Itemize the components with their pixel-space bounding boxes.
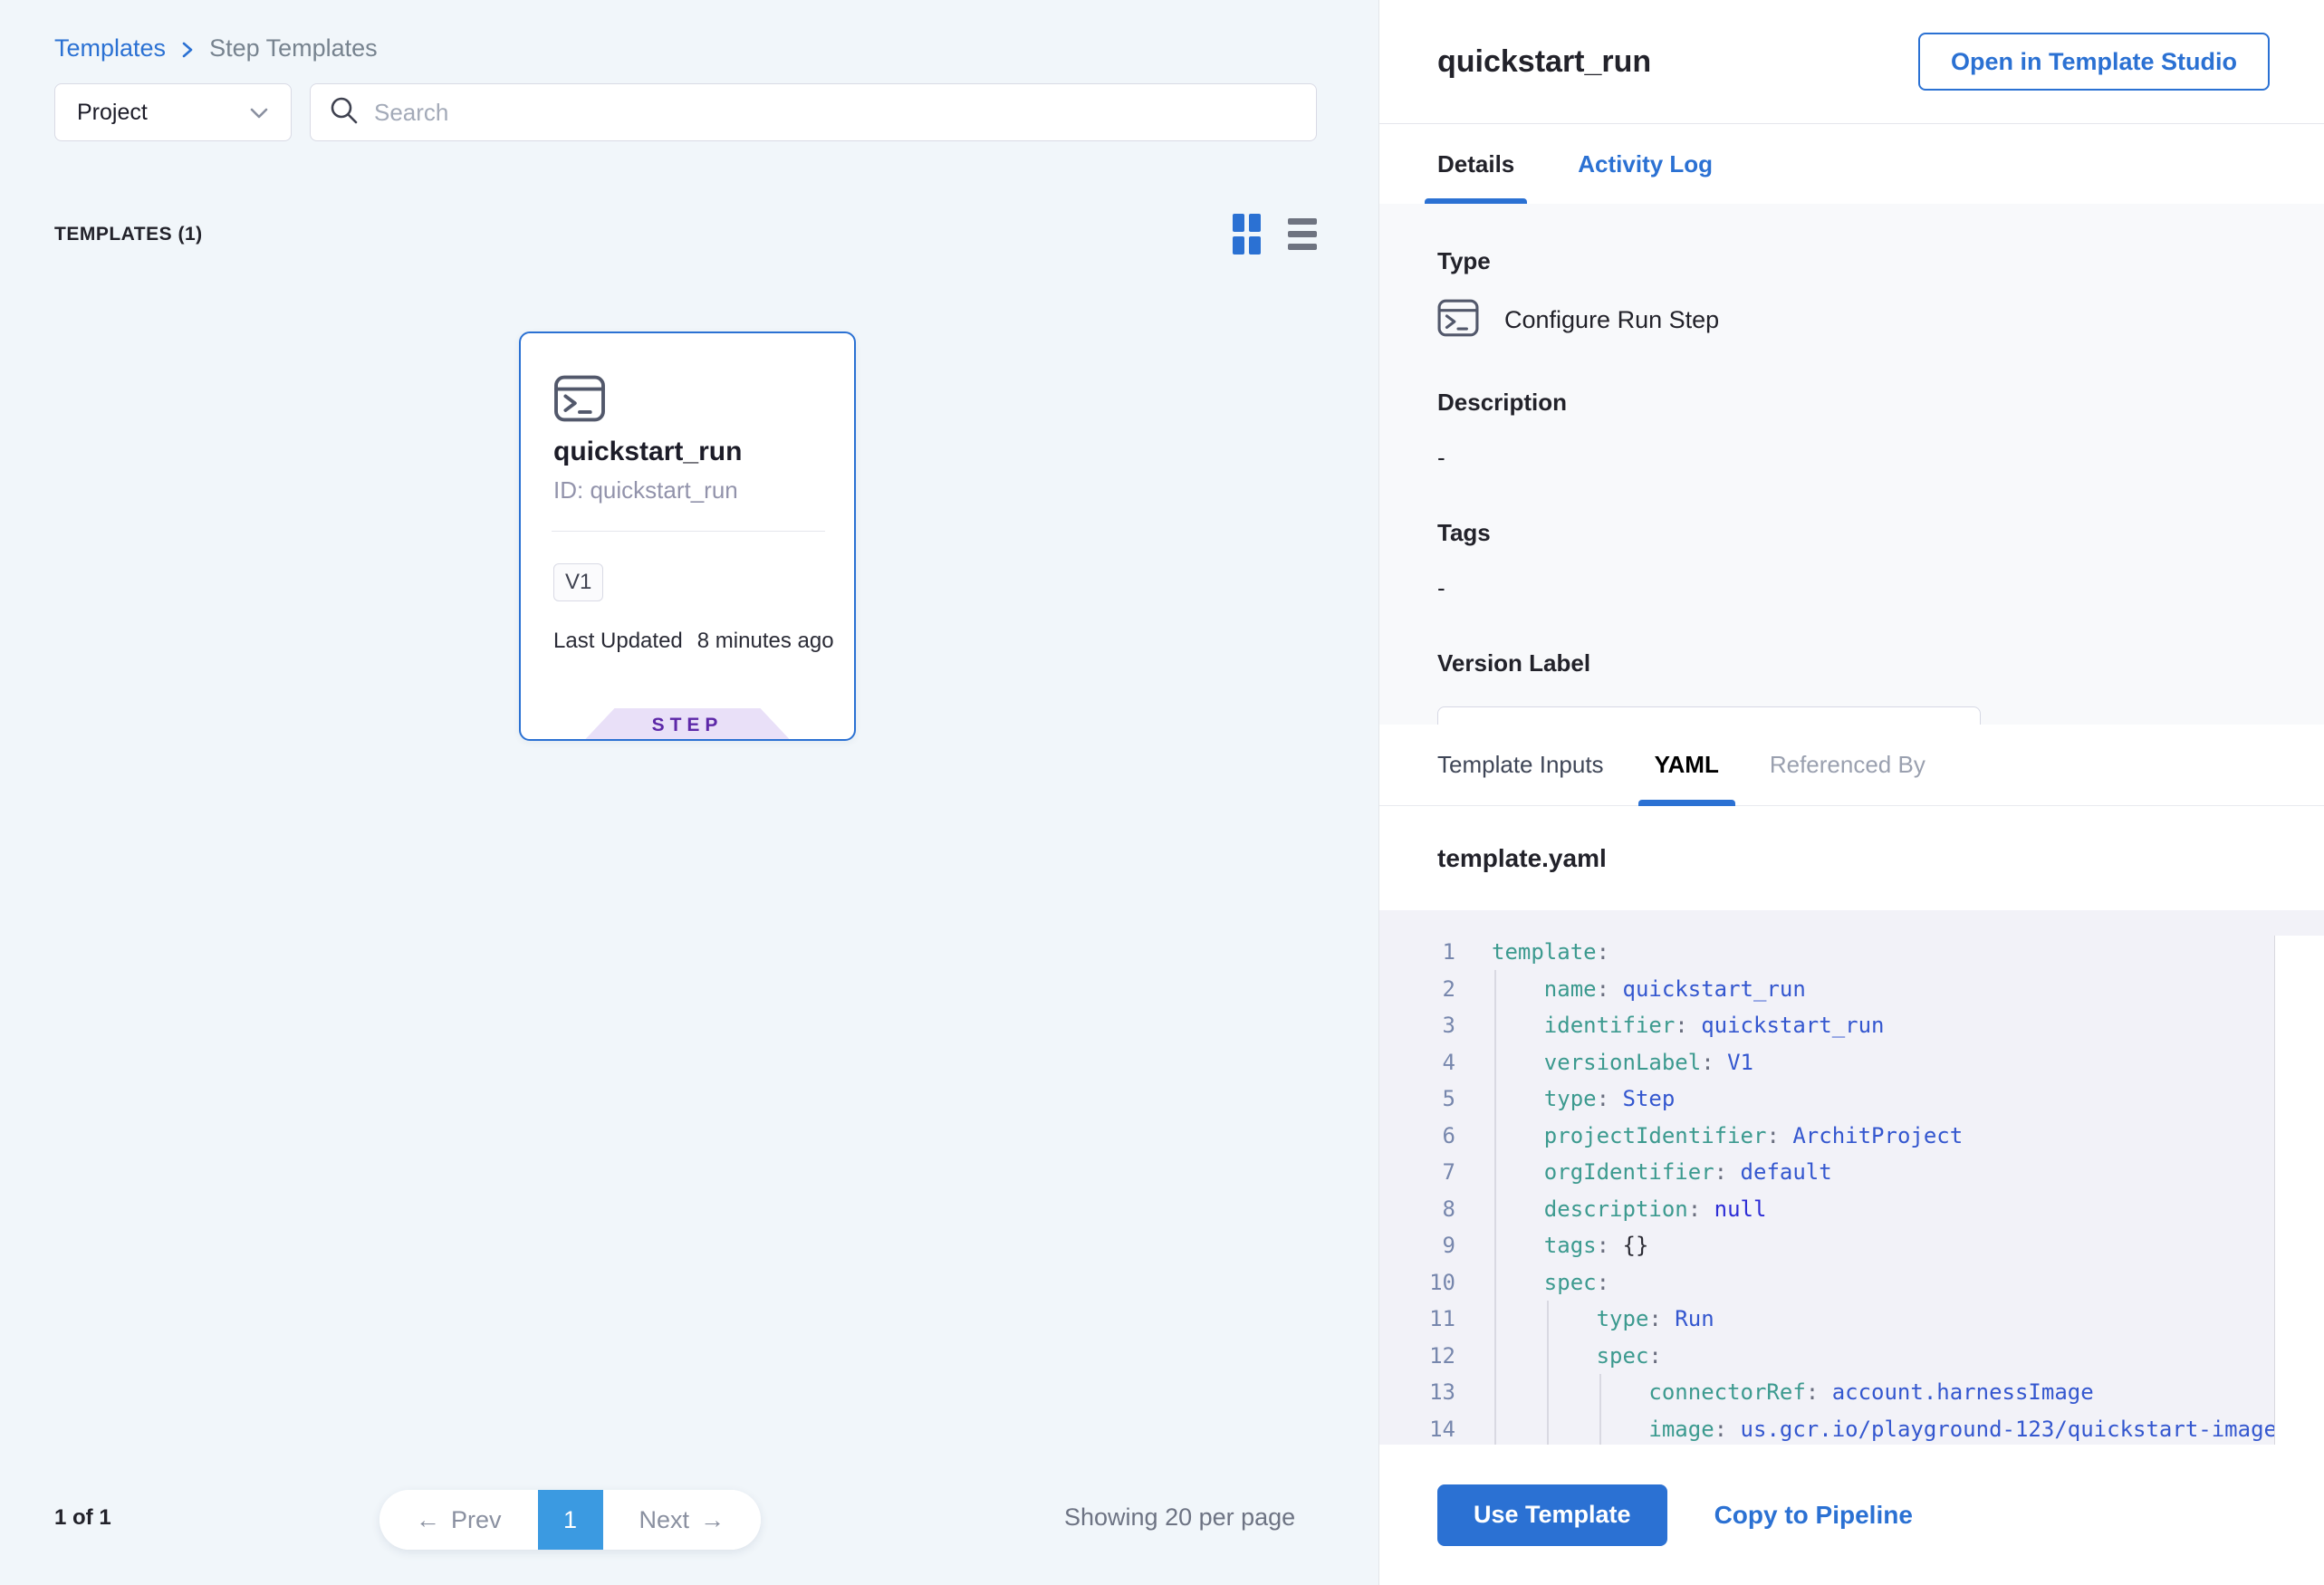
yaml-line-8: 8 description: null xyxy=(1397,1191,2324,1228)
templates-section-header: TEMPLATES (1) xyxy=(54,214,1317,255)
details-section: Type Configure Run Step Description - Ta… xyxy=(1379,204,2324,725)
breadcrumb-current: Step Templates xyxy=(209,34,378,62)
use-template-button[interactable]: Use Template xyxy=(1437,1484,1667,1546)
yaml-line-7: 7 orgIdentifier: default xyxy=(1397,1154,2324,1191)
scope-select-value: Project xyxy=(77,100,148,126)
yaml-file-name: template.yaml xyxy=(1437,844,1607,873)
tab-referenced-by[interactable]: Referenced By xyxy=(1770,725,1925,805)
terminal-icon xyxy=(553,375,606,427)
indent-guide xyxy=(1599,1374,1601,1445)
tab-activity-log[interactable]: Activity Log xyxy=(1578,124,1713,204)
chevron-down-icon xyxy=(249,100,269,126)
details-tabs: Details Activity Log xyxy=(1379,124,2324,204)
card-last-updated: Last Updated 8 minutes ago xyxy=(553,629,834,654)
yaml-line-4: 4 versionLabel: V1 xyxy=(1397,1044,2324,1081)
yaml-line-9: 9 tags: {} xyxy=(1397,1227,2324,1264)
indent-guide xyxy=(1547,1301,1549,1445)
pagination-next-button[interactable]: Next → xyxy=(603,1490,762,1550)
tab-yaml[interactable]: YAML xyxy=(1655,725,1719,805)
search-input[interactable] xyxy=(374,99,1298,127)
tab-details[interactable]: Details xyxy=(1437,124,1514,204)
next-label: Next xyxy=(639,1506,690,1534)
pagination-page-1[interactable]: 1 xyxy=(538,1490,603,1550)
open-template-studio-button[interactable]: Open in Template Studio xyxy=(1918,33,2270,91)
tab-template-inputs[interactable]: Template Inputs xyxy=(1437,725,1604,805)
yaml-file-header: template.yaml xyxy=(1379,806,2324,910)
view-toggles xyxy=(1233,214,1317,255)
terminal-icon xyxy=(1437,299,1479,341)
yaml-line-11: 11 type: Run xyxy=(1397,1301,2324,1338)
type-row: Configure Run Step xyxy=(1437,299,2266,341)
card-version-badge: V1 xyxy=(553,563,603,601)
breadcrumb-templates-link[interactable]: Templates xyxy=(54,34,166,62)
templates-count-title: TEMPLATES (1) xyxy=(54,224,203,245)
last-updated-value: 8 minutes ago xyxy=(697,629,834,654)
template-details-panel: quickstart_run Open in Template Studio D… xyxy=(1378,0,2324,1585)
templates-page: Templates Step Templates Project TEMPLAT xyxy=(0,0,2324,1585)
templates-list-panel: Templates Step Templates Project TEMPLAT xyxy=(0,0,1378,1585)
card-id: ID: quickstart_run xyxy=(553,476,738,504)
yaml-tabs: Template Inputs YAML Referenced By xyxy=(1379,725,2324,806)
tags-label: Tags xyxy=(1437,519,2266,547)
code-scrollbar[interactable] xyxy=(2274,936,2324,1445)
per-page-text: Showing 20 per page xyxy=(1064,1503,1295,1532)
yaml-line-14: 14 image: us.gcr.io/playground-123/quick… xyxy=(1397,1411,2324,1446)
scope-select[interactable]: Project xyxy=(54,83,292,141)
filter-row: Project xyxy=(54,83,1317,141)
grid-view-icon[interactable] xyxy=(1233,214,1261,255)
details-panel-footer: Use Template Copy to Pipeline xyxy=(1379,1445,2324,1585)
yaml-line-2: 2 name: quickstart_run xyxy=(1397,971,2324,1008)
yaml-code-lines: 1template:2 name: quickstart_run3 identi… xyxy=(1397,934,2324,1445)
arrow-left-icon: ← xyxy=(416,1506,440,1534)
description-label: Description xyxy=(1437,389,2266,417)
details-panel-header: quickstart_run Open in Template Studio xyxy=(1379,0,2324,124)
card-divider xyxy=(552,531,825,532)
pagination: ← Prev 1 Next → xyxy=(379,1490,761,1550)
arrow-right-icon: → xyxy=(700,1506,725,1534)
last-updated-label: Last Updated xyxy=(553,629,683,654)
yaml-line-1: 1template: xyxy=(1397,934,2324,971)
pagination-prev-button[interactable]: ← Prev xyxy=(379,1490,538,1550)
yaml-line-5: 5 type: Step xyxy=(1397,1081,2324,1118)
search-icon xyxy=(329,95,360,130)
indent-guide xyxy=(1494,970,1496,1445)
step-type-badge: STEP xyxy=(586,708,790,739)
copy-to-pipeline-link[interactable]: Copy to Pipeline xyxy=(1714,1501,1913,1530)
description-value: - xyxy=(1437,444,2266,472)
list-view-icon[interactable] xyxy=(1288,218,1317,250)
version-label: Version Label xyxy=(1437,649,2266,677)
card-title: quickstart_run xyxy=(553,437,742,467)
panel-title: quickstart_run xyxy=(1437,44,1651,80)
result-count: 1 of 1 xyxy=(54,1505,111,1531)
template-card-quickstart-run[interactable]: quickstart_run ID: quickstart_run V1 Las… xyxy=(519,331,856,741)
breadcrumb: Templates Step Templates xyxy=(54,34,378,62)
type-value: Configure Run Step xyxy=(1504,306,1719,334)
yaml-line-13: 13 connectorRef: account.harnessImage xyxy=(1397,1374,2324,1411)
tags-value: - xyxy=(1437,574,2266,602)
yaml-code-viewer[interactable]: 1template:2 name: quickstart_run3 identi… xyxy=(1379,910,2324,1445)
yaml-line-12: 12 spec: xyxy=(1397,1338,2324,1375)
prev-label: Prev xyxy=(451,1506,502,1534)
step-badge-label: STEP xyxy=(586,708,790,739)
chevron-right-icon xyxy=(180,39,195,61)
yaml-line-10: 10 spec: xyxy=(1397,1264,2324,1302)
type-label: Type xyxy=(1437,247,2266,275)
search-box xyxy=(310,83,1317,141)
yaml-line-6: 6 projectIdentifier: ArchitProject xyxy=(1397,1118,2324,1155)
yaml-line-3: 3 identifier: quickstart_run xyxy=(1397,1007,2324,1044)
